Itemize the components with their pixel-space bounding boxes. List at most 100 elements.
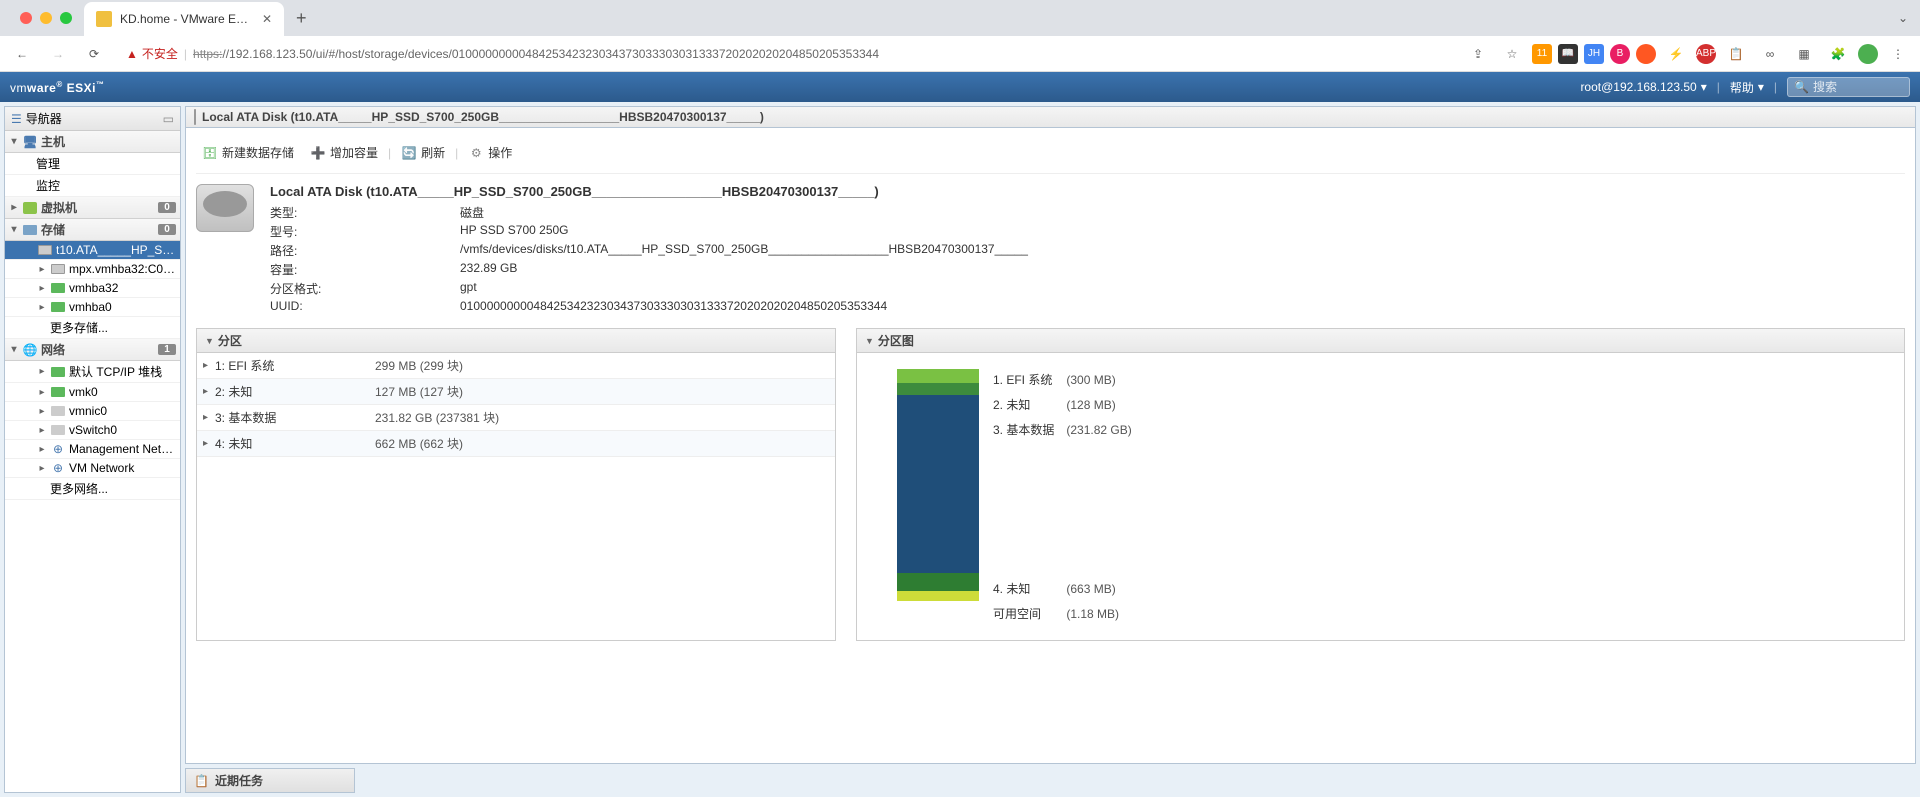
extension-icon[interactable]: 📖 (1558, 44, 1578, 64)
nav-host-manage[interactable]: 管理 (5, 153, 180, 175)
extension-icon[interactable]: 📋 (1722, 40, 1750, 68)
nav-host-monitor[interactable]: 监控 (5, 175, 180, 197)
nav-network-item[interactable]: ▸vmnic0 (5, 402, 180, 421)
gear-icon: ⚙ (468, 145, 484, 161)
tcpip-icon (50, 365, 66, 379)
navigator-title: 导航器 (26, 110, 62, 127)
nav-storage-item[interactable]: t10.ATA_____HP_SSD_... (5, 241, 180, 260)
search-input[interactable] (1813, 80, 1903, 94)
window-controls[interactable] (8, 12, 84, 24)
network-icon: 🌐 (22, 343, 38, 357)
partitions-panel: ▼ 分区 ▸1: EFI 系统299 MB (299 块)▸2: 未知127 MB… (196, 328, 836, 641)
user-menu[interactable]: root@192.168.123.50 ▾ (1580, 80, 1706, 94)
chart-segment (897, 369, 979, 383)
nav-network-more[interactable]: 更多网络... (5, 478, 180, 500)
back-button[interactable]: ← (8, 40, 36, 68)
extension-icon[interactable]: JH (1584, 44, 1604, 64)
vmnic-icon (50, 404, 66, 418)
chevron-down-icon[interactable]: ▼ (865, 336, 874, 346)
portgroup-icon: ⊕ (50, 461, 66, 475)
partition-row[interactable]: ▸2: 未知127 MB (127 块) (197, 379, 835, 405)
nav-storage-item[interactable]: ▸mpx.vmhba32:C0:T0:L0 (5, 260, 180, 279)
nav-vm[interactable]: ▸ 虚拟机 0 (5, 197, 180, 219)
partition-row[interactable]: ▸3: 基本数据231.82 GB (237381 块) (197, 405, 835, 431)
new-tab-button[interactable]: + (284, 8, 319, 29)
nav-host[interactable]: ▾🖥 主机 (5, 131, 180, 153)
help-menu[interactable]: 帮助 ▾ (1730, 79, 1764, 96)
storage-count-badge: 0 (158, 224, 176, 235)
disk-icon (37, 243, 53, 257)
nav-network-item[interactable]: ▸⊕VM Network (5, 459, 180, 478)
recent-tasks[interactable]: 📋 近期任务 (185, 768, 355, 793)
navigator-header: ☰ 导航器 ▭ (5, 107, 180, 131)
chevron-down-icon: ▾ (1701, 80, 1707, 94)
datastore-add-icon: 🗄 (202, 145, 218, 161)
legend-row: 4. 未知 (663 MB) (993, 578, 1864, 599)
extension-icon[interactable]: 11 (1532, 44, 1552, 64)
storage-icon (22, 223, 38, 237)
extensions-icon[interactable]: 🧩 (1824, 40, 1852, 68)
navigator-panel: ☰ 导航器 ▭ ▾🖥 主机 管理 监控 ▸ 虚拟机 0 ▾ 存储 (4, 106, 181, 793)
extension-icon[interactable]: ▦ (1790, 40, 1818, 68)
panel-title: 分区 (218, 332, 242, 349)
host-icon: 🖥 (22, 135, 38, 149)
abp-icon[interactable]: ABP (1696, 44, 1716, 64)
expand-tabs-icon[interactable]: ⌄ (1886, 11, 1920, 25)
new-datastore-button[interactable]: 🗄新建数据存储 (196, 142, 300, 163)
browser-chrome: KD.home - VMware ESXi ✕ + ⌄ ← → ⟳ ▲ 不安全 … (0, 0, 1920, 73)
vmware-logo: vmware® ESXi™ (10, 80, 104, 95)
vmk-icon (50, 385, 66, 399)
minimize-window-icon[interactable] (40, 12, 52, 24)
browser-tab[interactable]: KD.home - VMware ESXi ✕ (84, 2, 284, 36)
disk-property-row: 类型:磁盘 (270, 203, 1905, 222)
actions-button[interactable]: ⚙操作 (462, 142, 518, 163)
legend-row: 1. EFI 系统 (300 MB) (993, 369, 1864, 390)
partition-chart (897, 369, 979, 601)
nav-network-item[interactable]: ▸vmk0 (5, 383, 180, 402)
disk-summary: Local ATA Disk (t10.ATA_____HP_SSD_S700_… (196, 184, 1905, 314)
panel-title: 分区图 (878, 332, 914, 349)
extension-icon[interactable]: B (1610, 44, 1630, 64)
bookmark-icon[interactable]: ☆ (1498, 40, 1526, 68)
collapse-icon[interactable]: ▭ (163, 112, 174, 126)
increase-capacity-button[interactable]: ➕增加容量 (304, 142, 384, 163)
hba-icon (50, 281, 66, 295)
menu-icon[interactable]: ⋮ (1884, 40, 1912, 68)
legend-row: 2. 未知 (128 MB) (993, 394, 1864, 415)
nav-storage-item[interactable]: ▸vmhba0 (5, 298, 180, 317)
partition-chart-panel: ▼分区图 1. EFI 系统 (300 MB)2. 未知 (128 MB)3. … (856, 328, 1905, 641)
toolbar: 🗄新建数据存储 ➕增加容量 | 🔄刷新 | ⚙操作 (196, 138, 1905, 174)
legend-row: 可用空间 (1.18 MB) (993, 603, 1864, 624)
favicon-icon (96, 11, 112, 27)
close-tab-icon[interactable]: ✕ (262, 12, 272, 26)
partition-row[interactable]: ▸1: EFI 系统299 MB (299 块) (197, 353, 835, 379)
forward-button[interactable]: → (44, 40, 72, 68)
profile-avatar[interactable] (1858, 44, 1878, 64)
nav-network-item[interactable]: ▸默认 TCP/IP 堆栈 (5, 361, 180, 383)
search-box[interactable]: 🔍 (1787, 77, 1910, 97)
nav-storage-more[interactable]: 更多存储... (5, 317, 180, 339)
chart-segment (897, 573, 979, 591)
nav-network-item[interactable]: ▸⊕Management Network (5, 440, 180, 459)
extension-icon[interactable] (1636, 44, 1656, 64)
partition-row[interactable]: ▸4: 未知662 MB (662 块) (197, 431, 835, 457)
breadcrumb: Local ATA Disk (t10.ATA_____HP_SSD_S700_… (185, 106, 1916, 128)
chevron-down-icon[interactable]: ▼ (205, 336, 214, 346)
extension-icon[interactable]: ∞ (1756, 40, 1784, 68)
nav-network-item[interactable]: ▸vSwitch0 (5, 421, 180, 440)
nav-storage[interactable]: ▾ 存储 0 (5, 219, 180, 241)
maximize-window-icon[interactable] (60, 12, 72, 24)
tasks-title: 近期任务 (215, 772, 263, 789)
extension-icon[interactable]: ⚡ (1662, 40, 1690, 68)
tasks-icon: 📋 (194, 774, 209, 788)
chart-segment (897, 383, 979, 395)
share-icon[interactable]: ⇪ (1464, 40, 1492, 68)
address-bar[interactable]: ▲ 不安全 | https://192.168.123.50/ui/#/host… (116, 45, 1456, 62)
nav-network[interactable]: ▾🌐 网络 1 (5, 339, 180, 361)
nav-storage-item[interactable]: ▸vmhba32 (5, 279, 180, 298)
disk-property-row: UUID:01000000000484253423230343730333030… (270, 298, 1905, 314)
disk-icon (194, 110, 196, 124)
reload-button[interactable]: ⟳ (80, 40, 108, 68)
refresh-button[interactable]: 🔄刷新 (395, 142, 451, 163)
close-window-icon[interactable] (20, 12, 32, 24)
